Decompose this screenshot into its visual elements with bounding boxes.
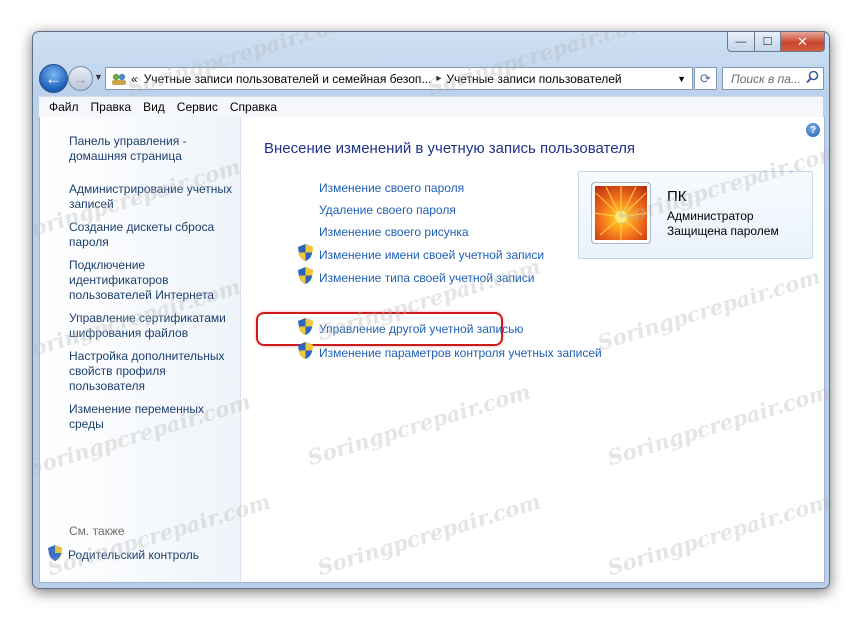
forward-arrow-icon: →	[73, 70, 88, 87]
sidebar-item-online-ids[interactable]: Подключение идентификаторов пользователе…	[69, 258, 239, 303]
search-icon[interactable]	[806, 70, 819, 87]
sidebar-item-encryption-certificates[interactable]: Управление сертификатами шифрования файл…	[69, 311, 239, 341]
user-avatar	[591, 182, 651, 244]
help-icon[interactable]: ?	[806, 123, 820, 137]
change-account-name-link[interactable]: Изменение имени своей учетной записи	[319, 248, 544, 262]
remove-password-link[interactable]: Удаление своего пароля	[319, 203, 456, 217]
change-account-name-item[interactable]: Изменение имени своей учетной записи	[298, 244, 544, 266]
uac-settings-item[interactable]: Изменение параметров контроля учетных за…	[298, 342, 602, 364]
user-account-card: ПК Администратор Защищена паролем	[578, 171, 813, 259]
close-button[interactable]: ✕	[781, 32, 825, 52]
breadcrumb-separator-icon[interactable]: ▸	[436, 73, 441, 84]
refresh-button[interactable]: ⟳	[694, 67, 717, 90]
menu-bar: Файл Правка Вид Сервис Справка	[39, 96, 823, 117]
sidebar-item-manage-accounts[interactable]: Администрирование учетных записей	[69, 182, 239, 212]
back-arrow-icon: ←	[45, 68, 62, 88]
address-dropdown-icon[interactable]: ▼	[677, 74, 686, 84]
menu-help[interactable]: Справка	[230, 100, 277, 114]
breadcrumb-user-accounts[interactable]: Учетные записи пользователей	[446, 72, 621, 86]
change-account-type-link[interactable]: Изменение типа своей учетной записи	[319, 271, 534, 285]
menu-tools[interactable]: Сервис	[177, 100, 218, 114]
forward-button[interactable]: →	[68, 66, 93, 91]
user-password-status: Защищена паролем	[667, 224, 779, 238]
uac-shield-icon	[298, 244, 313, 266]
uac-settings-link[interactable]: Изменение параметров контроля учетных за…	[319, 346, 602, 360]
maximize-button[interactable]: ☐	[755, 32, 781, 52]
sidebar-item-environment-variables[interactable]: Изменение переменных среды	[69, 402, 239, 432]
change-password-link[interactable]: Изменение своего пароля	[319, 181, 464, 195]
flower-icon	[593, 185, 649, 241]
minimize-button[interactable]: —	[727, 32, 755, 52]
menu-edit[interactable]: Правка	[91, 100, 132, 114]
user-role: Администратор	[667, 209, 754, 223]
sidebar: Панель управления - домашняя страница Ад…	[40, 117, 241, 582]
address-overflow-icon[interactable]: «	[131, 72, 138, 86]
uac-shield-icon	[298, 318, 313, 340]
uac-shield-icon	[298, 267, 313, 289]
uac-shield-icon	[298, 342, 313, 364]
menu-file[interactable]: Файл	[49, 100, 79, 114]
sidebar-item-control-panel-home[interactable]: Панель управления - домашняя страница	[69, 134, 239, 164]
back-button[interactable]: ←	[39, 64, 68, 93]
parental-control-label: Родительский контроль	[68, 547, 199, 562]
content-area: Панель управления - домашняя страница Ад…	[39, 117, 825, 583]
address-bar[interactable]: « Учетные записи пользователей и семейна…	[105, 67, 693, 90]
change-account-type-item[interactable]: Изменение типа своей учетной записи	[298, 267, 534, 289]
main-panel: ? Внесение изменений в учетную запись по…	[241, 117, 824, 582]
page-title: Внесение изменений в учетную запись поль…	[264, 140, 635, 157]
user-name: ПК	[667, 188, 687, 205]
breadcrumb-user-accounts-family[interactable]: Учетные записи пользователей и семейная …	[144, 72, 432, 86]
history-dropdown-icon[interactable]: ▼	[94, 72, 103, 82]
control-panel-icon	[110, 72, 128, 86]
change-picture-link[interactable]: Изменение своего рисунка	[319, 225, 469, 239]
search-input[interactable]: Поиск в па...	[722, 67, 824, 90]
caption-buttons: — ☐ ✕	[727, 32, 825, 52]
parental-control-link[interactable]: Родительский контроль	[48, 545, 199, 564]
shield-icon	[48, 545, 68, 564]
search-placeholder: Поиск в па...	[731, 71, 801, 86]
navigation-row: ← → ▼ « Учетные записи пользователей и с…	[39, 64, 824, 93]
sidebar-item-password-reset-disk[interactable]: Создание дискеты сброса пароля	[69, 220, 239, 250]
refresh-icon: ⟳	[700, 70, 711, 86]
see-also-label: См. также	[69, 524, 125, 538]
manage-another-account-link[interactable]: Управление другой учетной записью	[319, 322, 523, 336]
menu-view[interactable]: Вид	[143, 100, 165, 114]
sidebar-item-advanced-profile[interactable]: Настройка дополнительных свойств профиля…	[69, 349, 239, 394]
control-panel-window: — ☐ ✕ ← → ▼ « Учетные записи пользовател…	[32, 31, 830, 589]
manage-another-account-item[interactable]: Управление другой учетной записью	[298, 318, 523, 340]
